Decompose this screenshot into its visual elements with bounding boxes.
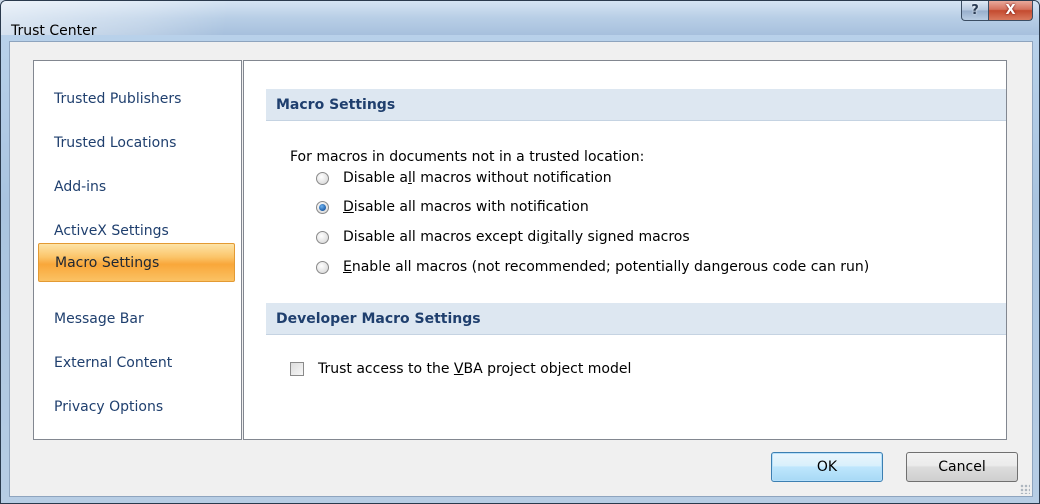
radio-button-unchecked[interactable] (316, 171, 329, 185)
sidebar-item-add-ins[interactable]: Add-ins (38, 167, 235, 206)
dialog-client-area: Trusted Publishers Trusted Locations Add… (9, 41, 1033, 497)
cancel-button[interactable]: Cancel (906, 452, 1018, 482)
sidebar-item-label: Add-ins (54, 178, 107, 195)
trust-center-dialog: Trust Center ? X Trusted Publishers Trus… (0, 0, 1040, 504)
sidebar-item-trusted-locations[interactable]: Trusted Locations (38, 123, 235, 162)
settings-panel: Macro Settings For macros in documents n… (243, 60, 1007, 440)
radio-label: Disable all macros without notification (343, 170, 612, 186)
help-icon: ? (971, 3, 979, 18)
window-title: Trust Center (11, 23, 97, 39)
sidebar-item-label: Message Bar (54, 310, 144, 327)
radio-label: Disable all macros except digitally sign… (343, 229, 690, 245)
radio-label: Disable all macros with notification (343, 199, 589, 215)
radio-button-unchecked[interactable] (316, 230, 329, 244)
macro-settings-header: Macro Settings (266, 89, 1006, 121)
sidebar-item-label: Trusted Publishers (54, 90, 182, 107)
sidebar-item-privacy-options[interactable]: Privacy Options (38, 387, 235, 426)
sidebar-item-label: Macro Settings (55, 254, 160, 271)
sidebar-item-label: External Content (54, 354, 173, 371)
radio-label: Enable all macros (not recommended; pote… (343, 259, 870, 275)
developer-macro-settings-header: Developer Macro Settings (266, 303, 1006, 335)
sidebar-item-label: Privacy Options (54, 398, 164, 415)
radio-disable-with-notification[interactable]: Disable all macros with notification (316, 197, 589, 217)
close-icon: X (1005, 3, 1016, 18)
sidebar-item-label: Trusted Locations (54, 134, 177, 151)
checkbox-trust-vba-access[interactable]: Trust access to the VBA project object m… (290, 359, 631, 379)
checkbox-unchecked[interactable] (290, 362, 304, 376)
caption-buttons: ? X (961, 1, 1033, 21)
radio-disable-without-notification[interactable]: Disable all macros without notification (316, 168, 612, 188)
ok-button[interactable]: OK (771, 452, 883, 482)
help-button[interactable]: ? (961, 1, 989, 21)
sidebar-item-message-bar[interactable]: Message Bar (38, 299, 235, 338)
macro-prompt-text: For macros in documents not in a trusted… (290, 149, 645, 165)
sidebar-item-external-content[interactable]: External Content (38, 343, 235, 382)
radio-button-unchecked[interactable] (316, 260, 329, 274)
resize-grip-icon[interactable] (1020, 484, 1030, 494)
radio-disable-except-signed[interactable]: Disable all macros except digitally sign… (316, 227, 690, 247)
title-bar[interactable]: Trust Center ? X (1, 1, 1039, 39)
sidebar-item-label: ActiveX Settings (54, 222, 169, 239)
close-button[interactable]: X (989, 1, 1033, 21)
sidebar-item-macro-settings[interactable]: Macro Settings (38, 243, 235, 282)
radio-button-checked[interactable] (316, 200, 329, 214)
sidebar-item-trusted-publishers[interactable]: Trusted Publishers (38, 79, 235, 118)
radio-enable-all-macros[interactable]: Enable all macros (not recommended; pote… (316, 257, 869, 277)
category-sidebar: Trusted Publishers Trusted Locations Add… (33, 60, 242, 440)
checkbox-label: Trust access to the VBA project object m… (318, 361, 632, 377)
